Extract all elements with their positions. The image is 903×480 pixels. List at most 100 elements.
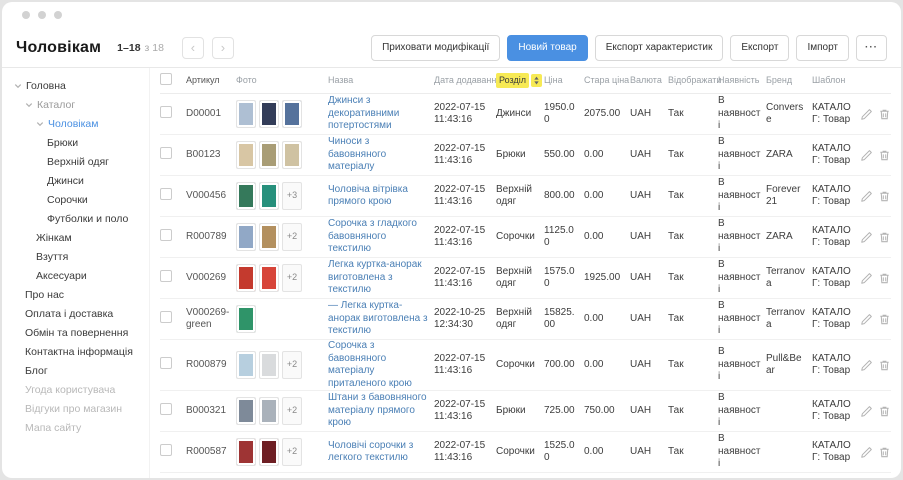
row-checkbox[interactable] xyxy=(160,147,172,159)
product-name-link[interactable]: Чиноси з бавовняного матеріалу xyxy=(328,136,386,172)
row-checkbox[interactable] xyxy=(160,188,172,200)
sidebar-item-pro-nas[interactable]: Про нас xyxy=(2,285,149,304)
product-photo[interactable] xyxy=(259,351,279,379)
product-photo[interactable] xyxy=(236,264,256,292)
product-photo[interactable] xyxy=(259,264,279,292)
chevron-down-icon[interactable] xyxy=(14,82,22,90)
product-name-link[interactable]: Сорочка з бавовняного матеріалу притален… xyxy=(328,340,412,389)
edit-icon[interactable] xyxy=(860,190,873,203)
delete-icon[interactable] xyxy=(878,405,891,418)
edit-icon[interactable] xyxy=(860,446,873,459)
sidebar-item-obmin-ta-povernennia[interactable]: Обмін та повернення xyxy=(2,323,149,342)
sidebar-item-holovna[interactable]: Головна xyxy=(2,76,149,95)
edit-icon[interactable] xyxy=(860,231,873,244)
column-header-old_price[interactable]: Стара ціна xyxy=(584,75,630,86)
column-header-name[interactable]: Назва xyxy=(328,75,434,86)
delete-icon[interactable] xyxy=(878,272,891,285)
product-photo[interactable] xyxy=(259,182,279,210)
product-photo[interactable] xyxy=(259,438,279,466)
sidebar-item-futbolky-y-polo[interactable]: Футболки и поло xyxy=(2,209,149,228)
more-actions-button[interactable]: ··· xyxy=(856,35,887,61)
column-header-display[interactable]: Відображати xyxy=(668,75,718,86)
row-checkbox[interactable] xyxy=(160,444,172,456)
sidebar-item-kataloh[interactable]: Каталог xyxy=(2,95,149,114)
column-header-brand[interactable]: Бренд xyxy=(766,75,812,86)
delete-icon[interactable] xyxy=(878,359,891,372)
sidebar-item-oplata-i-dostavka[interactable]: Оплата і доставка xyxy=(2,304,149,323)
next-page-button[interactable]: › xyxy=(212,37,234,59)
product-photo[interactable] xyxy=(236,100,256,128)
product-name-link[interactable]: — Легка куртка-анорак виготовлена з текс… xyxy=(328,300,428,336)
product-photo[interactable] xyxy=(236,351,256,379)
column-header-photo[interactable]: Фото xyxy=(236,75,328,86)
row-checkbox[interactable] xyxy=(160,270,172,282)
column-header-template[interactable]: Шаблон xyxy=(812,75,858,86)
edit-icon[interactable] xyxy=(860,108,873,121)
product-photo[interactable] xyxy=(236,397,256,425)
product-photo[interactable] xyxy=(259,397,279,425)
sidebar-item-zhinkam[interactable]: Жінкам xyxy=(2,228,149,247)
sidebar-item-sorochky[interactable]: Сорочки xyxy=(2,190,149,209)
row-checkbox[interactable] xyxy=(160,357,172,369)
row-checkbox[interactable] xyxy=(160,311,172,323)
window-control-dot[interactable] xyxy=(54,11,62,19)
row-checkbox[interactable] xyxy=(160,403,172,415)
sidebar-item-kontaktna-informatsiia[interactable]: Контактна інформація xyxy=(2,342,149,361)
product-photo[interactable] xyxy=(259,223,279,251)
product-name-link[interactable]: Чоловічі сорочки з легкого текстилю xyxy=(328,440,413,464)
chevron-down-icon[interactable] xyxy=(36,120,44,128)
sidebar-item-vzuttia[interactable]: Взуття xyxy=(2,247,149,266)
edit-icon[interactable] xyxy=(860,149,873,162)
import-button[interactable]: Імпорт xyxy=(796,35,849,61)
sidebar-item-cholovikam[interactable]: Чоловікам xyxy=(2,114,149,133)
sidebar-item-mapa-saitu[interactable]: Мапа сайту xyxy=(2,418,149,437)
sidebar-item-vidhuky-pro-mahazyn[interactable]: Відгуки про магазин xyxy=(2,399,149,418)
more-photos-badge[interactable]: +3 xyxy=(282,182,302,210)
delete-icon[interactable] xyxy=(878,190,891,203)
product-photo[interactable] xyxy=(282,100,302,128)
more-photos-badge[interactable]: +2 xyxy=(282,438,302,466)
row-checkbox[interactable] xyxy=(160,106,172,118)
chevron-down-icon[interactable] xyxy=(25,101,33,109)
export-button[interactable]: Експорт xyxy=(730,35,789,61)
export-characteristics-button[interactable]: Експорт характеристик xyxy=(595,35,724,61)
delete-icon[interactable] xyxy=(878,313,891,326)
product-name-link[interactable]: Легка куртка-анорак виготовлена з тексти… xyxy=(328,259,422,295)
product-name-link[interactable]: Штани з бавовняного матеріалу прямого кр… xyxy=(328,392,427,428)
edit-icon[interactable] xyxy=(860,359,873,372)
sidebar-item-verkhnii-odiah[interactable]: Верхній одяг xyxy=(2,152,149,171)
delete-icon[interactable] xyxy=(878,446,891,459)
edit-icon[interactable] xyxy=(860,313,873,326)
more-photos-badge[interactable]: +2 xyxy=(282,351,302,379)
column-header-price[interactable]: Ціна xyxy=(544,75,584,86)
column-header-sku[interactable]: Артикул xyxy=(186,75,236,86)
window-control-dot[interactable] xyxy=(38,11,46,19)
column-header-date[interactable]: Дата додавання xyxy=(434,75,496,86)
column-header-stock[interactable]: Наявність xyxy=(718,75,766,86)
product-photo[interactable] xyxy=(236,438,256,466)
row-checkbox[interactable] xyxy=(160,229,172,241)
column-header-section[interactable]: Розділ xyxy=(496,73,544,88)
delete-icon[interactable] xyxy=(878,231,891,244)
sidebar-item-aksesuary[interactable]: Аксесуари xyxy=(2,266,149,285)
more-photos-badge[interactable]: +2 xyxy=(282,264,302,292)
delete-icon[interactable] xyxy=(878,108,891,121)
delete-icon[interactable] xyxy=(878,149,891,162)
more-photos-badge[interactable]: +2 xyxy=(282,397,302,425)
hide-modifications-button[interactable]: Приховати модифікації xyxy=(371,35,500,61)
sidebar-item-briuky[interactable]: Брюки xyxy=(2,133,149,152)
product-photo[interactable] xyxy=(282,141,302,169)
sidebar-item-dzhynsy[interactable]: Джинси xyxy=(2,171,149,190)
product-photo[interactable] xyxy=(236,141,256,169)
sidebar-item-bloh[interactable]: Блог xyxy=(2,361,149,380)
column-header-currency[interactable]: Валюта xyxy=(630,75,668,86)
edit-icon[interactable] xyxy=(860,272,873,285)
product-name-link[interactable]: Джинси з декоративними потертостями xyxy=(328,95,399,131)
product-name-link[interactable]: Чоловіча вітрівка прямого крою xyxy=(328,184,408,208)
product-photo[interactable] xyxy=(259,141,279,169)
more-photos-badge[interactable]: +2 xyxy=(282,223,302,251)
window-control-dot[interactable] xyxy=(22,11,30,19)
edit-icon[interactable] xyxy=(860,405,873,418)
product-name-link[interactable]: Сорочка з гладкого бавовняного текстилю xyxy=(328,218,417,254)
product-photo[interactable] xyxy=(236,223,256,251)
